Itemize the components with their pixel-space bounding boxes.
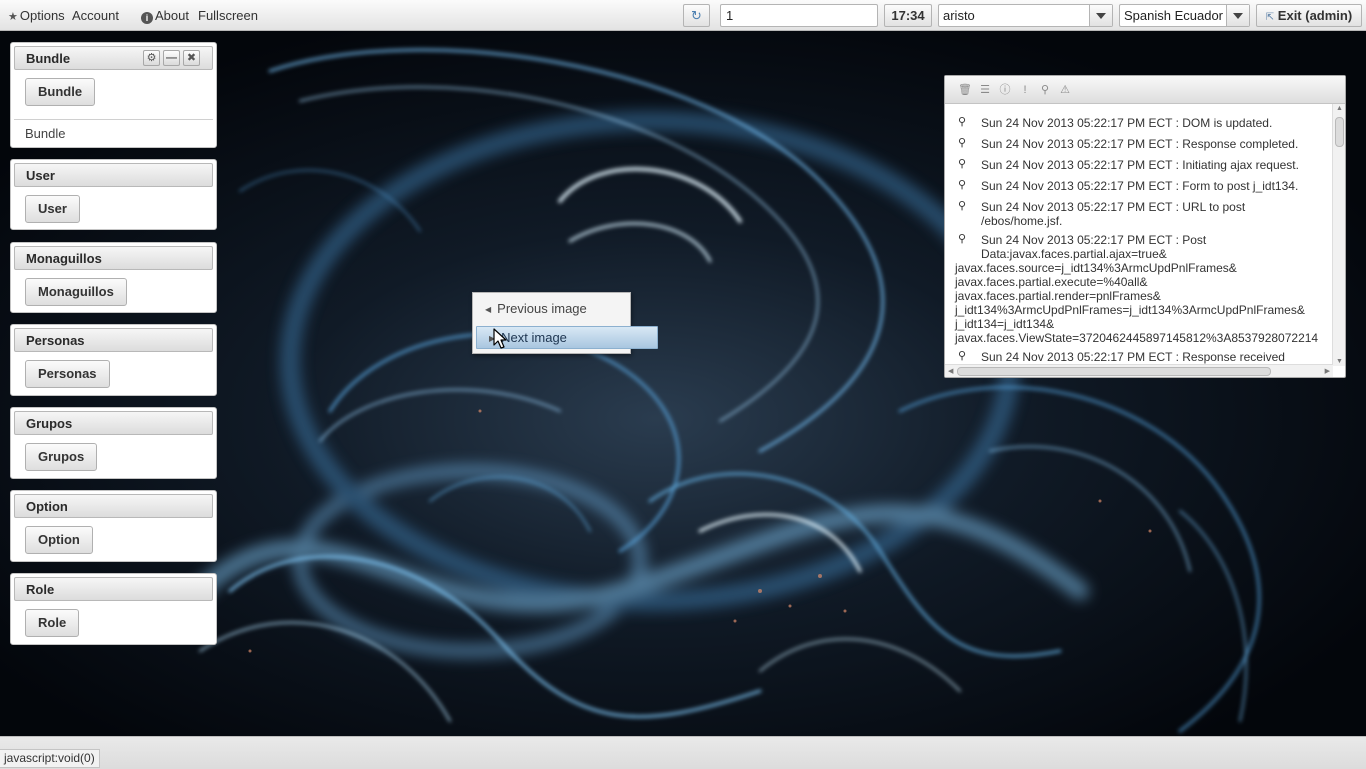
- log-entry-continuation: javax.faces.ViewState=372046244589714581…: [955, 331, 1319, 345]
- next-image-label: Next image: [501, 330, 567, 345]
- log-entry: Sun 24 Nov 2013 05:22:17 PM ECT : Form t…: [981, 179, 1299, 193]
- top-menubar: ★Options Account iAbout Fullscreen ↻ 17:…: [0, 0, 1366, 31]
- option-button[interactable]: Option: [25, 526, 93, 554]
- account-menu[interactable]: Account: [72, 8, 119, 23]
- previous-image-menu-item[interactable]: ◀ Previous image: [473, 297, 587, 321]
- external-link-icon: ⇱: [1265, 12, 1275, 23]
- log-entry-continuation: j_idt134%3ArmcUpdPnlFrames=j_idt134%3Arm…: [955, 303, 1305, 317]
- fullscreen-menu[interactable]: Fullscreen: [198, 8, 258, 23]
- locale-select-value: Spanish Ecuador: [1124, 8, 1224, 23]
- about-label: About: [155, 8, 189, 23]
- search-icon[interactable]: ⚲: [1038, 83, 1052, 97]
- panel-header[interactable]: Personas: [14, 328, 213, 352]
- divider: [14, 119, 213, 120]
- options-label: Options: [19, 8, 65, 23]
- locale-select[interactable]: Spanish Ecuador: [1119, 4, 1250, 27]
- theme-select-value: aristo: [943, 8, 975, 23]
- panel-option: Option Option: [10, 490, 217, 562]
- refresh-icon: ↻: [691, 8, 702, 23]
- close-icon[interactable]: ✖: [183, 50, 200, 66]
- panel-bundle: Bundle ⚙ — ✖ Bundle Bundle: [10, 42, 217, 148]
- log-entry: Sun 24 Nov 2013 05:22:17 PM ECT : Respon…: [981, 137, 1299, 151]
- status-bar: javascript:void(0): [0, 736, 1366, 769]
- chevron-down-icon[interactable]: [1226, 5, 1249, 26]
- chevron-left-icon: ◀: [485, 305, 492, 314]
- panel-role: Role Role: [10, 573, 217, 645]
- panel-header[interactable]: Role: [14, 577, 213, 601]
- clock-display: 17:34: [884, 4, 932, 27]
- log-content: ⚲ Sun 24 Nov 2013 05:22:17 PM ECT : DOM …: [945, 104, 1333, 366]
- grupos-button[interactable]: Grupos: [25, 443, 98, 471]
- log-entry: Sun 24 Nov 2013 05:22:17 PM ECT : Initia…: [981, 158, 1299, 172]
- mouse-pointer-icon: [493, 328, 507, 349]
- scroll-down-icon[interactable]: ▼: [1336, 358, 1343, 365]
- log-entry: Sun 24 Nov 2013 05:22:17 PM ECT : Post: [981, 233, 1207, 247]
- log-entry: Sun 24 Nov 2013 05:22:17 PM ECT : URL to…: [981, 200, 1246, 214]
- log-entry-continuation: javax.faces.source=j_idt134%3ArmcUpdPnlF…: [955, 261, 1237, 275]
- search-icon: ⚲: [958, 233, 967, 245]
- search-icon: ⚲: [958, 179, 967, 191]
- theme-select[interactable]: aristo: [938, 4, 1113, 27]
- search-icon: ⚲: [958, 158, 967, 170]
- about-menu[interactable]: i About: [141, 8, 189, 24]
- panel-header[interactable]: Grupos: [14, 411, 213, 435]
- gear-icon[interactable]: ⚙: [143, 50, 160, 66]
- info-icon[interactable]: ⓘ: [998, 83, 1012, 97]
- status-link-text: javascript:void(0): [0, 749, 100, 768]
- options-menu[interactable]: ★ Options: [8, 8, 65, 23]
- scrollbar-thumb[interactable]: [1335, 117, 1344, 147]
- monaguillos-button[interactable]: Monaguillos: [25, 278, 127, 306]
- horizontal-scrollbar[interactable]: ◀ ▶: [945, 364, 1333, 377]
- panel-header[interactable]: Monaguillos: [14, 246, 213, 270]
- log-entry-continuation: /ebos/home.jsf.: [981, 214, 1063, 228]
- scroll-left-icon[interactable]: ◀: [948, 367, 953, 375]
- log-window: 🗑 ☰ ⓘ ! ⚲ ⚠ ⚲ Sun 24 Nov 2013 05:22:17 P…: [944, 75, 1346, 378]
- refresh-button[interactable]: ↻: [683, 4, 710, 27]
- log-entry: Sun 24 Nov 2013 05:22:17 PM ECT : Respon…: [981, 350, 1285, 364]
- log-entry-continuation: javax.faces.partial.render=pnlFrames&: [955, 289, 1161, 303]
- scrollbar-thumb[interactable]: [957, 367, 1271, 376]
- panel-header[interactable]: Bundle ⚙ — ✖: [14, 46, 213, 70]
- scroll-up-icon[interactable]: ▲: [1336, 105, 1343, 112]
- trash-icon[interactable]: 🗑: [958, 83, 972, 97]
- list-icon[interactable]: ☰: [978, 83, 992, 97]
- search-icon: ⚲: [958, 116, 967, 128]
- role-button[interactable]: Role: [25, 609, 80, 637]
- chevron-down-icon[interactable]: [1089, 5, 1112, 26]
- page-input[interactable]: [720, 4, 878, 27]
- panel-header[interactable]: Option: [14, 494, 213, 518]
- user-button[interactable]: User: [25, 195, 80, 223]
- log-entry-continuation: Data:javax.faces.partial.ajax=true&: [981, 247, 1167, 261]
- search-icon: ⚲: [958, 350, 967, 362]
- minimize-icon[interactable]: —: [163, 50, 180, 66]
- scroll-right-icon[interactable]: ▶: [1325, 367, 1330, 375]
- personas-button[interactable]: Personas: [25, 360, 110, 388]
- search-icon: ⚲: [958, 137, 967, 149]
- alert-icon[interactable]: ⚠: [1058, 83, 1072, 97]
- info-icon: i: [141, 12, 153, 24]
- previous-image-label: Previous image: [497, 301, 587, 316]
- panel-header[interactable]: User: [14, 163, 213, 187]
- search-icon: ⚲: [958, 200, 967, 212]
- exit-label: Exit (admin): [1277, 8, 1353, 23]
- panel-user: User User: [10, 159, 217, 230]
- log-toolbar: 🗑 ☰ ⓘ ! ⚲ ⚠: [945, 76, 1345, 104]
- star-icon: ★: [8, 11, 18, 23]
- vertical-scrollbar[interactable]: ▲ ▼: [1332, 104, 1345, 366]
- exit-button[interactable]: ⇱ Exit (admin): [1256, 4, 1362, 27]
- panel-grupos: Grupos Grupos: [10, 407, 217, 479]
- log-entry-continuation: javax.faces.partial.execute=%40all&: [955, 275, 1148, 289]
- panel-content-text: Bundle: [25, 126, 66, 141]
- panel-personas: Personas Personas: [10, 324, 217, 396]
- panel-title: Bundle: [26, 51, 71, 66]
- bundle-button[interactable]: Bundle: [25, 78, 96, 106]
- panel-monaguillos: Monaguillos Monaguillos: [10, 242, 217, 313]
- warning-exclamation-icon[interactable]: !: [1018, 83, 1032, 97]
- log-entry: Sun 24 Nov 2013 05:22:17 PM ECT : DOM is…: [981, 116, 1273, 130]
- log-entry-continuation: j_idt134=j_idt134&: [955, 317, 1055, 331]
